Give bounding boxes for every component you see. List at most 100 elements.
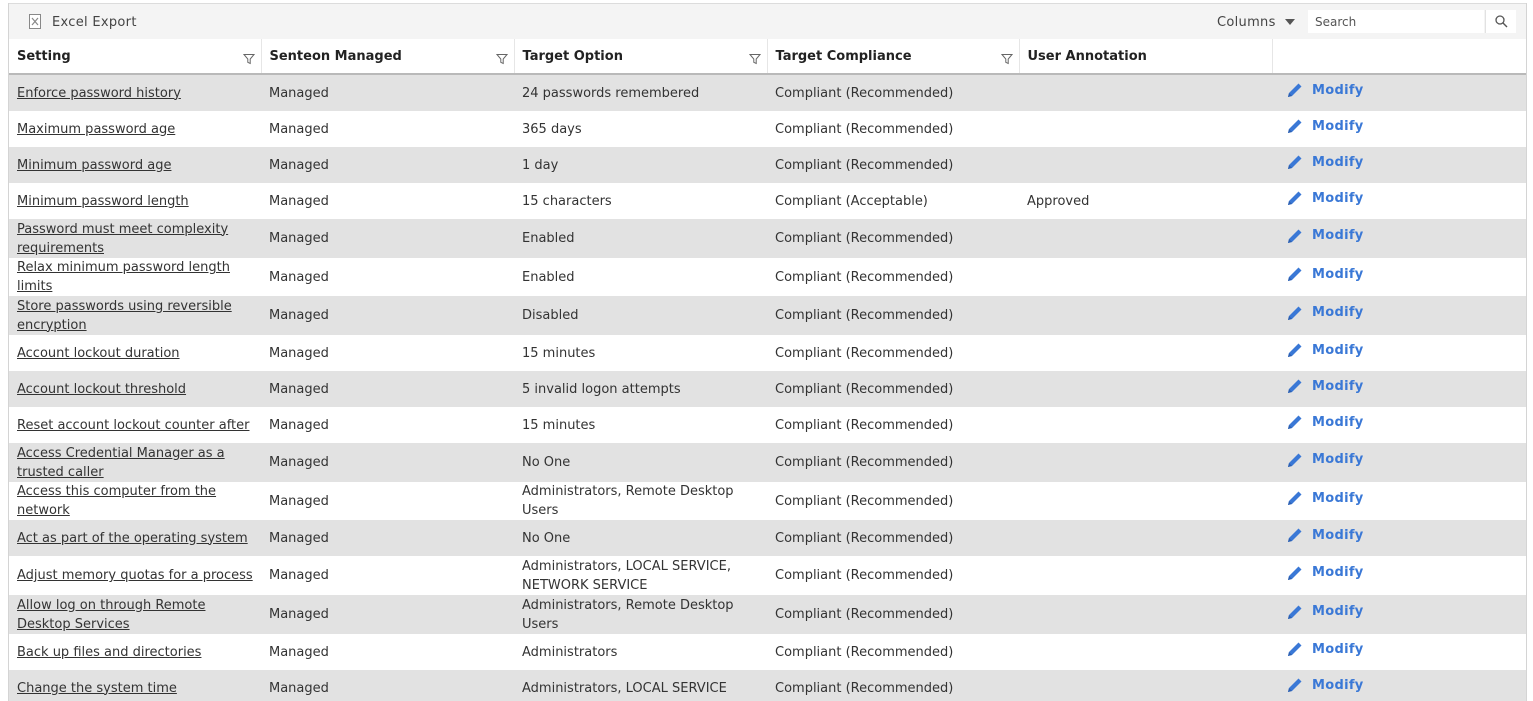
modify-label: Modify	[1312, 490, 1364, 506]
modify-button[interactable]: Modify	[1286, 341, 1364, 360]
grid-toolbar: Excel Export Columns	[9, 4, 1526, 39]
cell-actions: Modify	[1272, 670, 1526, 701]
cell-senteon-managed: Managed	[261, 371, 514, 407]
cell-target-compliance: Compliant (Recommended)	[767, 335, 1019, 371]
setting-link[interactable]: Access Credential Manager as a trusted c…	[17, 446, 225, 480]
cell-user-annotation	[1019, 219, 1272, 258]
setting-link[interactable]: Change the system time	[17, 681, 177, 696]
setting-link[interactable]: Minimum password age	[17, 158, 171, 173]
pencil-icon	[1288, 306, 1302, 320]
modify-button[interactable]: Modify	[1286, 563, 1364, 582]
setting-link[interactable]: Account lockout threshold	[17, 382, 186, 397]
columns-dropdown[interactable]: Columns	[1217, 12, 1295, 32]
cell-target-compliance: Compliant (Recommended)	[767, 520, 1019, 556]
cell-user-annotation	[1019, 407, 1272, 443]
modify-button[interactable]: Modify	[1286, 117, 1364, 136]
cell-setting: Minimum password age	[9, 147, 261, 183]
cell-target-compliance: Compliant (Acceptable)	[767, 183, 1019, 219]
setting-link[interactable]: Maximum password age	[17, 122, 175, 137]
modify-button[interactable]: Modify	[1286, 413, 1364, 432]
cell-actions: Modify	[1272, 258, 1526, 296]
setting-link[interactable]: Store passwords using reversible encrypt…	[17, 299, 232, 333]
modify-label: Modify	[1312, 677, 1364, 693]
modify-button[interactable]: Modify	[1286, 676, 1364, 695]
setting-link[interactable]: Relax minimum password length limits	[17, 260, 230, 294]
cell-senteon-managed: Managed	[261, 634, 514, 670]
modify-button[interactable]: Modify	[1286, 189, 1364, 208]
modify-button[interactable]: Modify	[1286, 640, 1364, 659]
pencil-icon	[1288, 191, 1302, 206]
cell-setting: Adjust memory quotas for a process	[9, 556, 261, 595]
settings-table: Setting Senteon Managed Target Option Ta…	[9, 39, 1526, 701]
setting-link[interactable]: Adjust memory quotas for a process	[17, 568, 253, 583]
cell-user-annotation	[1019, 556, 1272, 595]
setting-link[interactable]: Minimum password length	[17, 194, 189, 209]
modify-button[interactable]: Modify	[1286, 81, 1364, 100]
filter-icon[interactable]	[1000, 53, 1013, 65]
modify-button[interactable]: Modify	[1286, 489, 1364, 508]
cell-actions: Modify	[1272, 335, 1526, 371]
cell-target-option: Administrators	[514, 634, 767, 670]
cell-senteon-managed: Managed	[261, 443, 514, 482]
table-row: Enforce password history Managed 24 passwo…	[9, 74, 1526, 111]
filter-icon[interactable]	[748, 53, 761, 65]
cell-target-option: Disabled	[514, 296, 767, 335]
cell-target-compliance: Compliant (Recommended)	[767, 482, 1019, 520]
table-row: Maximum password age Managed 365 days Compl…	[9, 111, 1526, 147]
cell-setting: Password must meet complexity requiremen…	[9, 219, 261, 258]
excel-export-button[interactable]: Excel Export	[29, 12, 137, 32]
cell-senteon-managed: Managed	[261, 520, 514, 556]
pencil-icon	[1288, 678, 1302, 693]
column-header-target-compliance[interactable]: Target Compliance	[767, 39, 1020, 75]
cell-user-annotation	[1019, 74, 1272, 111]
column-header-target-option[interactable]: Target Option	[514, 39, 768, 75]
modify-button[interactable]: Modify	[1286, 377, 1364, 396]
cell-user-annotation	[1019, 670, 1272, 701]
setting-link[interactable]: Back up files and directories	[17, 645, 201, 660]
column-header-label: Target Compliance	[775, 48, 912, 64]
modify-button[interactable]: Modify	[1286, 226, 1364, 245]
cell-setting: Act as part of the operating system	[9, 520, 261, 556]
cell-senteon-managed: Managed	[261, 407, 514, 443]
modify-label: Modify	[1312, 82, 1364, 98]
cell-target-option: 365 days	[514, 111, 767, 147]
cell-target-compliance: Compliant (Recommended)	[767, 670, 1019, 701]
table-row: Adjust memory quotas for a process Manage…	[9, 556, 1526, 595]
modify-button[interactable]: Modify	[1286, 265, 1364, 284]
cell-senteon-managed: Managed	[261, 296, 514, 335]
cell-senteon-managed: Managed	[261, 595, 514, 634]
modify-button[interactable]: Modify	[1286, 450, 1364, 469]
cell-target-compliance: Compliant (Recommended)	[767, 634, 1019, 670]
filter-icon[interactable]	[495, 53, 508, 65]
modify-button[interactable]: Modify	[1286, 602, 1364, 621]
modify-button[interactable]: Modify	[1286, 303, 1364, 322]
pencil-icon	[1288, 379, 1302, 394]
cell-target-compliance: Compliant (Recommended)	[767, 111, 1019, 147]
setting-link[interactable]: Act as part of the operating system	[17, 531, 248, 546]
column-header-setting[interactable]: Setting	[9, 39, 262, 75]
cell-senteon-managed: Managed	[261, 556, 514, 595]
setting-link[interactable]: Password must meet complexity requiremen…	[17, 222, 228, 256]
pencil-icon	[1288, 491, 1302, 506]
modify-button[interactable]: Modify	[1286, 526, 1364, 545]
setting-link[interactable]: Account lockout duration	[17, 346, 180, 361]
cell-target-option: 15 minutes	[514, 407, 767, 443]
column-header-senteon-managed[interactable]: Senteon Managed	[261, 39, 515, 75]
cell-actions: Modify	[1272, 556, 1526, 595]
excel-file-icon	[29, 14, 43, 30]
table-row: Store passwords using reversible encrypt…	[9, 296, 1526, 335]
search-input[interactable]	[1308, 10, 1484, 33]
setting-link[interactable]: Access this computer from the network	[17, 484, 216, 518]
cell-user-annotation	[1019, 147, 1272, 183]
modify-button[interactable]: Modify	[1286, 153, 1364, 172]
cell-actions: Modify	[1272, 111, 1526, 147]
filter-icon[interactable]	[242, 53, 255, 65]
setting-link[interactable]: Reset account lockout counter after	[17, 418, 249, 433]
setting-link[interactable]: Allow log on through Remote Desktop Serv…	[17, 598, 205, 632]
setting-link[interactable]: Enforce password history	[17, 86, 181, 101]
search-button[interactable]	[1485, 10, 1516, 33]
table-row: Change the system time Managed Administrat…	[9, 670, 1526, 701]
column-header-user-annotation[interactable]: User Annotation	[1019, 39, 1273, 75]
cell-setting: Reset account lockout counter after	[9, 407, 261, 443]
cell-setting: Change the system time	[9, 670, 261, 701]
